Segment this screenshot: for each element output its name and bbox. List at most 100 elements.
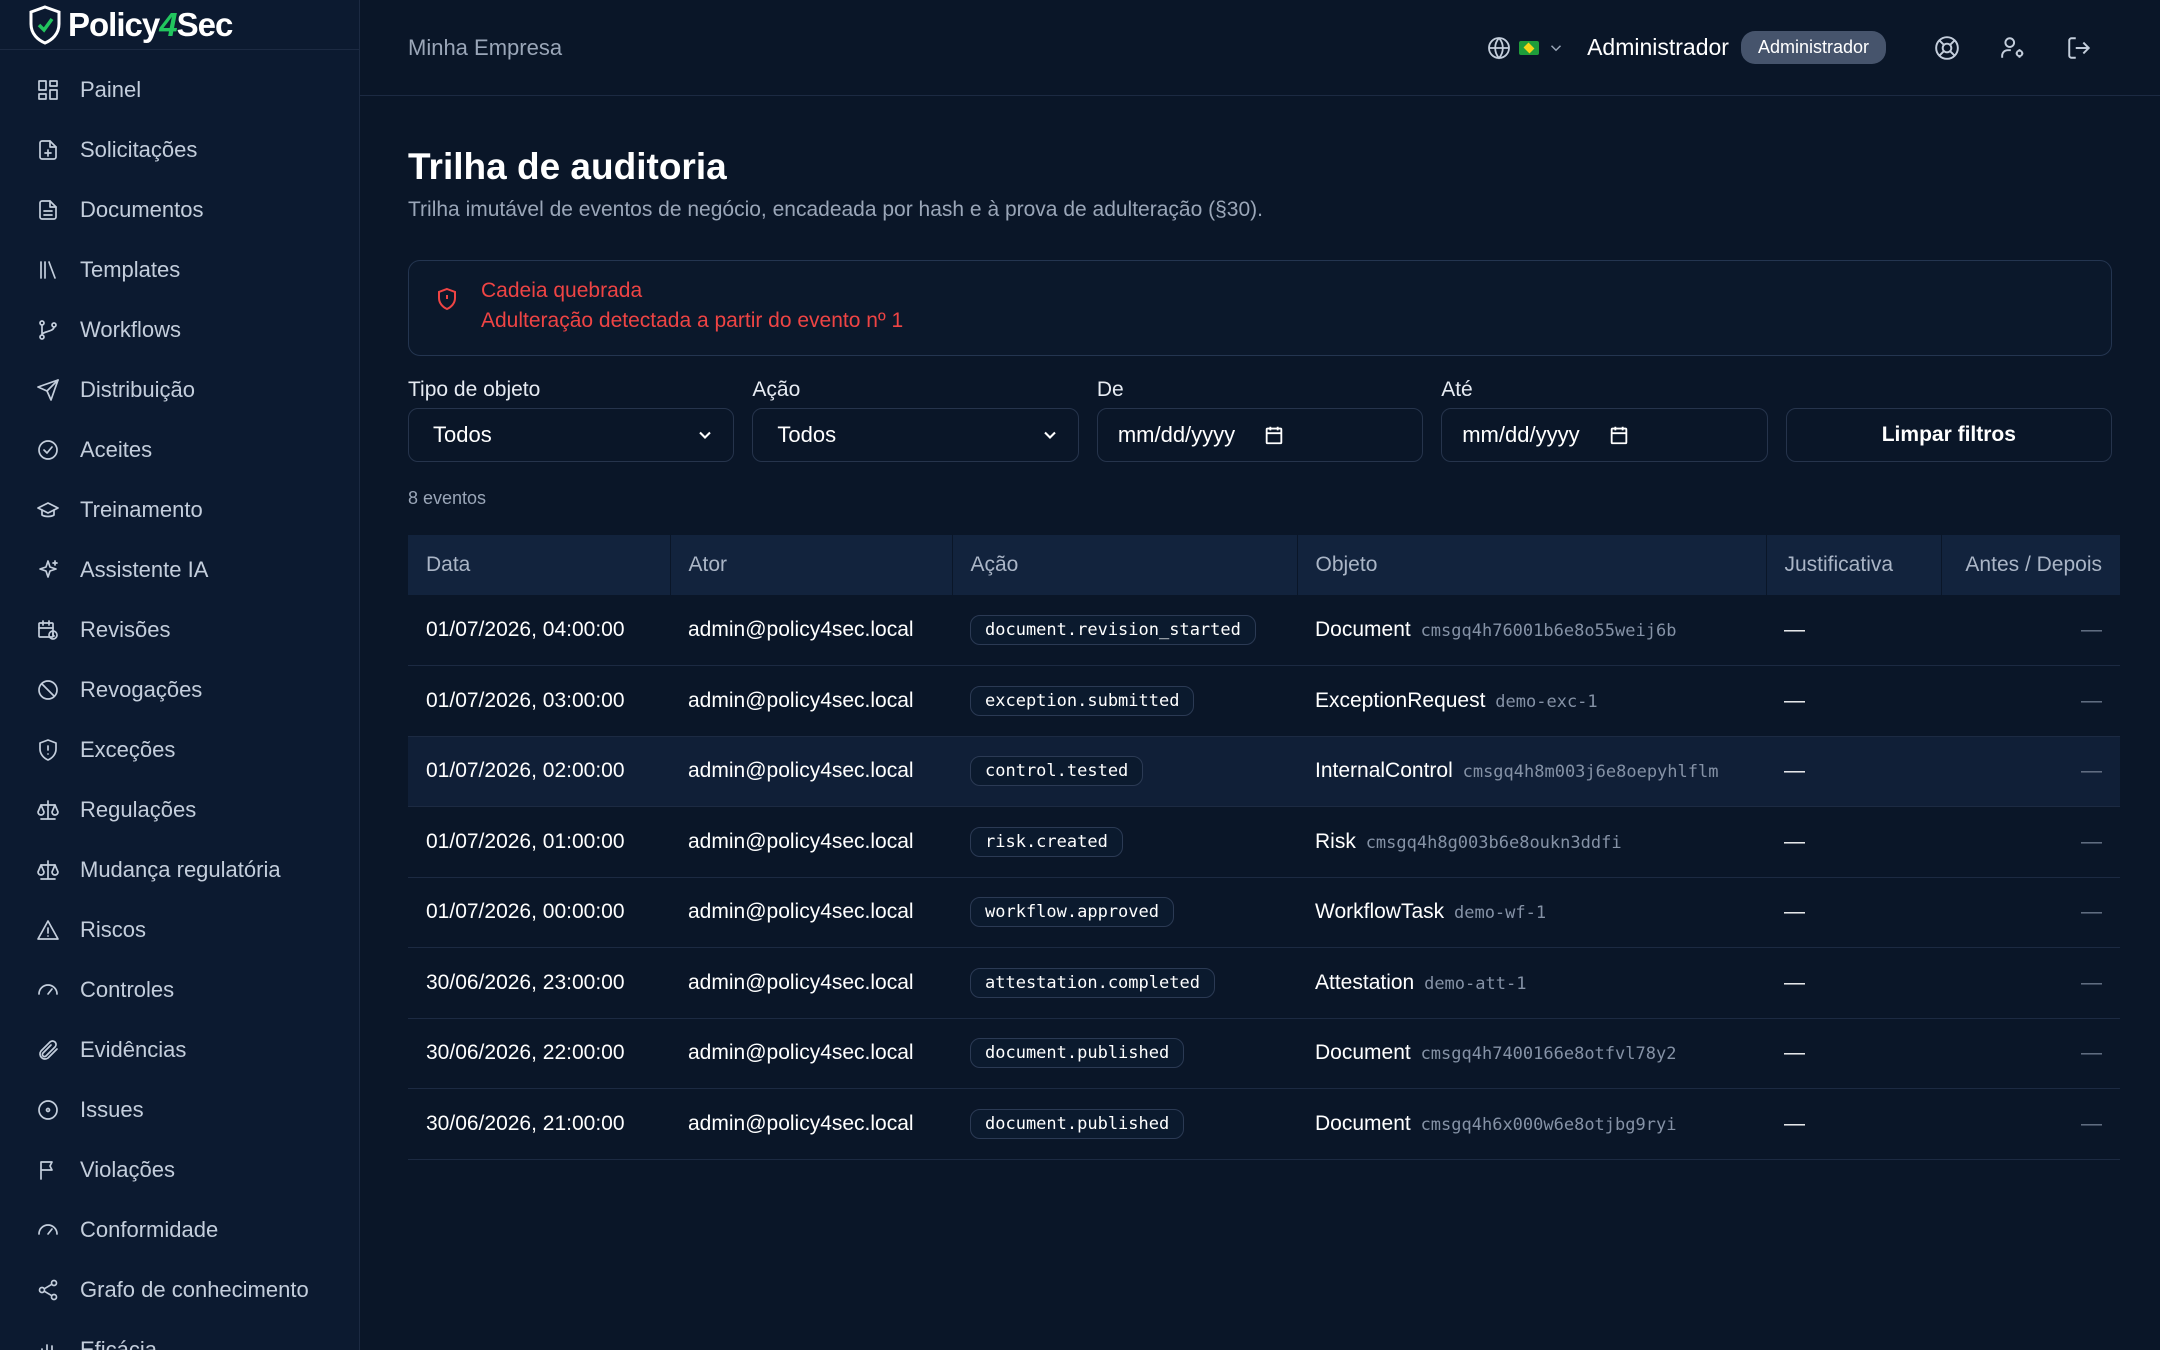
sidebar-item-label: Evidências: [80, 1037, 187, 1062]
chain-broken-alert: Cadeia quebrada Adulteração detectada a …: [408, 260, 2112, 356]
cell-actor: admin@policy4sec.local: [670, 736, 952, 807]
cell-object: ExceptionRequest demo-exc-1: [1297, 665, 1766, 737]
sidebar-item-conformidade[interactable]: Conformidade: [0, 1200, 359, 1260]
sidebar-item-templates[interactable]: Templates: [0, 240, 359, 300]
sidebar-item-grafo-de-conhecimento[interactable]: Grafo de conhecimento: [0, 1260, 359, 1320]
shield-logo-icon: [29, 4, 61, 45]
justification-value: —: [1784, 900, 1805, 924]
table-row[interactable]: 01/07/2026, 01:00:00 admin@policy4sec.loc…: [408, 806, 2120, 878]
calendar-icon[interactable]: [1263, 424, 1285, 446]
cell-before-after: —: [1941, 595, 2120, 666]
filters-bar: Tipo de objeto Todos Ação Todos De mm/dd…: [408, 378, 2113, 462]
cell-before-after: —: [1941, 877, 2120, 948]
sidebar-item-label: Documentos: [80, 197, 204, 222]
sidebar-item-aceites[interactable]: Aceites: [0, 420, 359, 480]
table-row[interactable]: 30/06/2026, 23:00:00 admin@policy4sec.loc…: [408, 947, 2120, 1019]
cell-action: document.published: [952, 1018, 1297, 1089]
action-chip: document.revision_started: [970, 615, 1256, 645]
column-header-action[interactable]: Ação: [952, 535, 1298, 595]
sidebar-item-painel[interactable]: Painel: [0, 60, 359, 120]
logout-button[interactable]: [2046, 23, 2112, 73]
cell-action: document.revision_started: [952, 595, 1297, 666]
column-header-date[interactable]: Data: [408, 535, 671, 595]
sidebar-item-revogacoes[interactable]: Revogações: [0, 660, 359, 720]
sidebar-item-label: Revisões: [80, 617, 171, 642]
cell-object: Document cmsgq4h76001b6e8o55weij6b: [1297, 595, 1766, 666]
shield-alert-icon: [438, 287, 456, 311]
table-row[interactable]: 30/06/2026, 22:00:00 admin@policy4sec.loc…: [408, 1018, 2120, 1089]
sidebar-item-mudanca-regulatoria[interactable]: Mudança regulatória: [0, 840, 359, 900]
action-chip: attestation.completed: [970, 967, 1215, 998]
object-type: WorkflowTask: [1315, 900, 1445, 924]
sidebar-item-distribuicao[interactable]: Distribuição: [0, 360, 359, 420]
column-header-actor[interactable]: Ator: [670, 535, 953, 595]
object-type-select[interactable]: Todos: [408, 408, 735, 462]
sidebar-item-documentos[interactable]: Documentos: [0, 180, 359, 240]
clear-filters-button[interactable]: Limpar filtros: [1785, 408, 2113, 462]
sidebar-item-assistente-ia[interactable]: Assistente IA: [0, 540, 359, 600]
logout-icon: [2068, 36, 2091, 59]
audit-trail-page: Trilha de auditoria Trilha imutável de e…: [360, 96, 2160, 1160]
column-header-justification[interactable]: Justificativa: [1766, 535, 1942, 595]
sidebar-item-regulacoes[interactable]: Regulações: [0, 780, 359, 840]
sidebar-item-solicitacoes[interactable]: Solicitações: [0, 120, 359, 180]
sidebar-item-treinamento[interactable]: Treinamento: [0, 480, 359, 540]
sidebar-item-violacoes[interactable]: Violações: [0, 1140, 359, 1200]
brazil-flag-icon: [1519, 40, 1540, 55]
cell-justification: —: [1766, 806, 1941, 878]
justification-value: —: [1784, 829, 1805, 853]
action-chip: risk.created: [970, 826, 1123, 857]
sidebar-item-workflows[interactable]: Workflows: [0, 300, 359, 360]
to-date-input[interactable]: mm/dd/yyyy: [1441, 408, 1768, 462]
column-header-before-after[interactable]: Antes / Depois: [1941, 535, 2120, 595]
user-settings-button[interactable]: [1980, 23, 2046, 73]
object-id: demo-att-1: [1424, 973, 1527, 994]
cell-object: WorkflowTask demo-wf-1: [1297, 877, 1766, 948]
sidebar-item-riscos[interactable]: Riscos: [0, 900, 359, 960]
object-type-label: Tipo de objeto: [408, 378, 541, 401]
sidebar-item-label: Assistente IA: [80, 557, 209, 582]
justification-value: —: [1784, 688, 1805, 712]
cell-actor: admin@policy4sec.local: [670, 665, 952, 737]
user-cog-icon: [2001, 36, 2024, 58]
sidebar-item-excecoes[interactable]: Exceções: [0, 720, 359, 780]
sidebar: Policy4Sec Painel Solicitações Documentos T…: [0, 0, 360, 1350]
object-id: demo-exc-1: [1495, 691, 1598, 712]
sidebar-item-label: Grafo de conhecimento: [80, 1277, 309, 1302]
sidebar-item-eficacia[interactable]: Eficácia: [0, 1320, 359, 1350]
from-date-input[interactable]: mm/dd/yyyy: [1096, 408, 1424, 462]
document-icon: [39, 200, 57, 220]
cell-date: 30/06/2026, 23:00:00: [408, 947, 670, 1019]
sidebar-item-evidencias[interactable]: Evidências: [0, 1020, 359, 1080]
sidebar-item-issues[interactable]: Issues: [0, 1080, 359, 1140]
table-row[interactable]: 01/07/2026, 00:00:00 admin@policy4sec.loc…: [408, 877, 2120, 948]
action-select[interactable]: Todos: [752, 408, 1079, 462]
calendar-icon[interactable]: [1608, 424, 1630, 446]
object-type: ExceptionRequest: [1315, 688, 1486, 712]
object-type: Attestation: [1315, 970, 1415, 994]
alert-triangle-icon: [37, 920, 59, 940]
column-header-object[interactable]: Objeto: [1297, 535, 1767, 595]
sidebar-item-label: Templates: [80, 257, 181, 282]
help-button[interactable]: [1914, 23, 1980, 73]
sidebar-item-label: Regulações: [80, 797, 197, 822]
app-shell: Policy4Sec Painel Solicitações Documentos T…: [0, 0, 2160, 1350]
table-row[interactable]: 01/07/2026, 04:00:00 admin@policy4sec.loc…: [408, 595, 2120, 666]
dashboard-icon: [38, 80, 58, 100]
sidebar-item-label: Treinamento: [80, 497, 203, 522]
cell-date: 30/06/2026, 22:00:00: [408, 1018, 670, 1089]
brand-logo[interactable]: Policy4Sec: [0, 0, 359, 50]
audit-table-header: Data Ator Ação Objeto Justificativa Ante…: [408, 535, 2120, 595]
share-icon: [38, 1279, 58, 1301]
language-switcher[interactable]: [1487, 36, 1565, 60]
cell-actor: admin@policy4sec.local: [670, 806, 952, 878]
table-row[interactable]: 30/06/2026, 21:00:00 admin@policy4sec.loc…: [408, 1088, 2120, 1160]
sidebar-item-controles[interactable]: Controles: [0, 960, 359, 1020]
org-name[interactable]: Minha Empresa: [408, 35, 562, 61]
cell-before-after: —: [1941, 806, 2120, 878]
sidebar-item-revisoes[interactable]: Revisões: [0, 600, 359, 660]
cell-object: Document cmsgq4h6x000w6e8otjbg9ryi: [1297, 1088, 1766, 1160]
table-row[interactable]: 01/07/2026, 02:00:00 admin@policy4sec.loc…: [408, 736, 2120, 807]
paperclip-icon: [39, 1040, 58, 1060]
table-row[interactable]: 01/07/2026, 03:00:00 admin@policy4sec.loc…: [408, 665, 2120, 737]
